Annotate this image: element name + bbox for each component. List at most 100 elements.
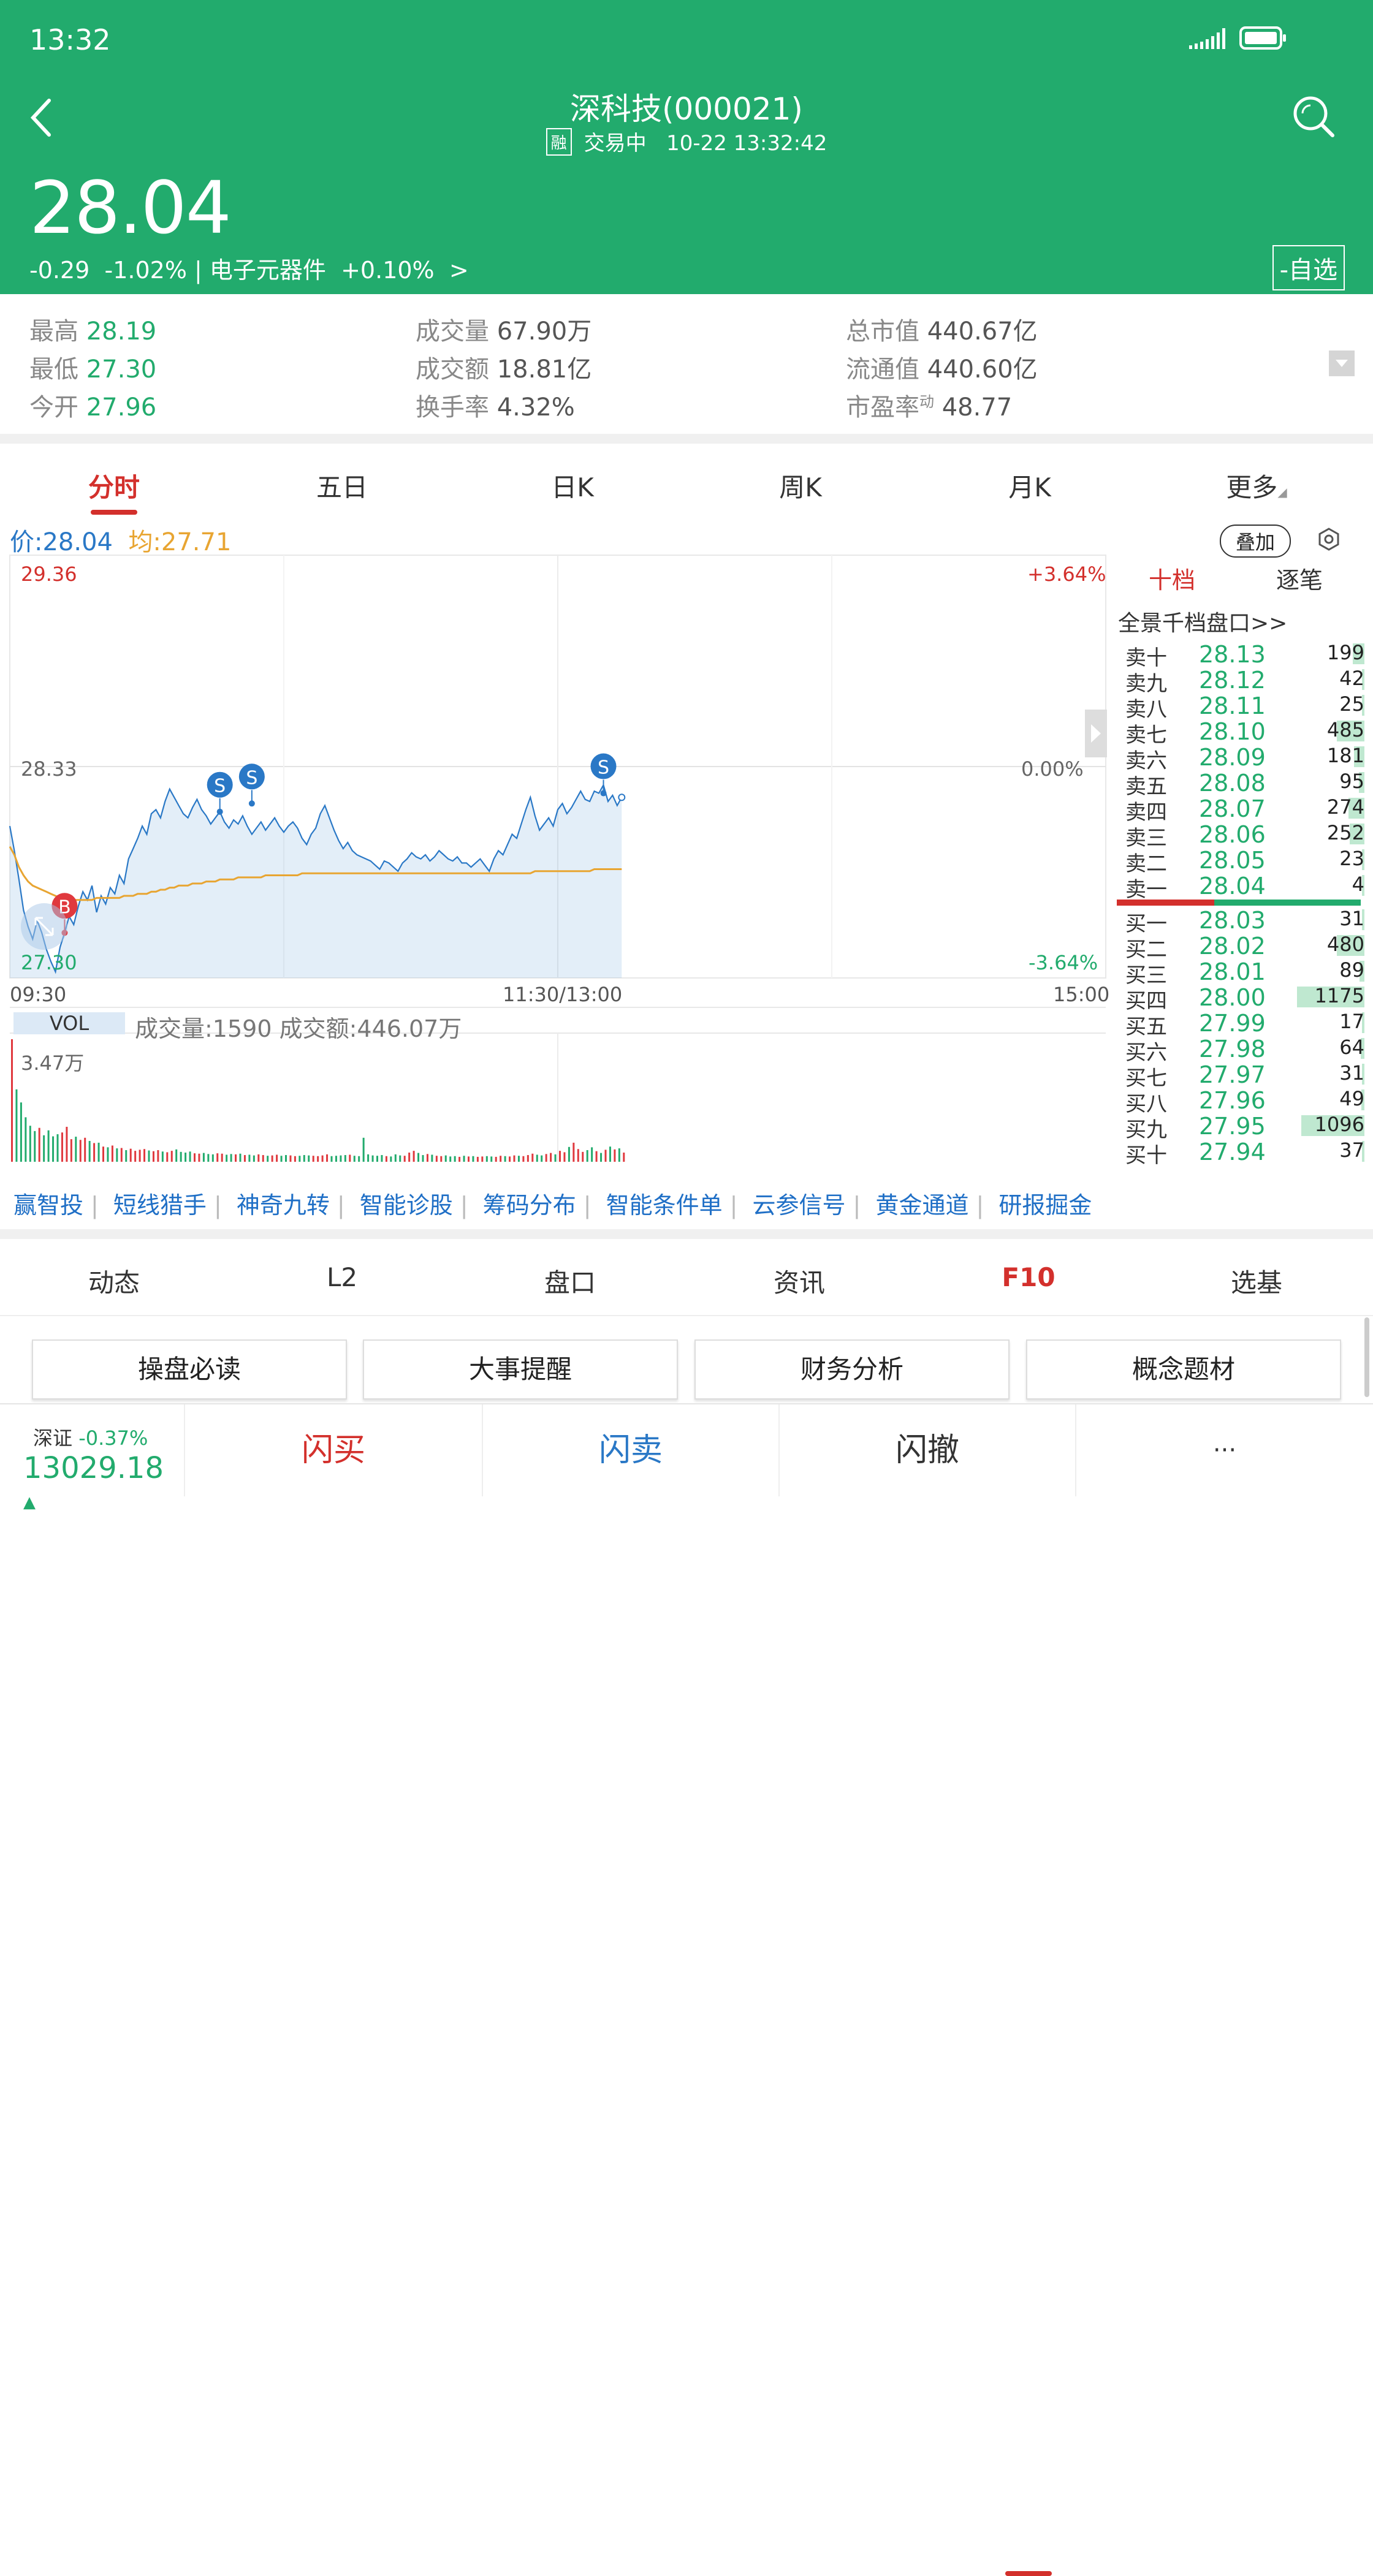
tab-ten-levels[interactable]: 十档 (1149, 561, 1195, 595)
tab-daily-k[interactable]: 日K (511, 467, 634, 504)
volume-bar (25, 1117, 27, 1162)
ask-row[interactable]: 卖六 28.09 181 (1122, 744, 1364, 773)
tab-funds[interactable]: 选基 (1195, 1262, 1318, 1300)
bid-row[interactable]: 买五 27.99 17 (1122, 1010, 1364, 1039)
sector-change: +0.10% (341, 257, 435, 284)
tool-choumafenbu[interactable]: 筹码分布 (483, 1192, 576, 1219)
volume-bar (618, 1148, 620, 1162)
volume-bar (267, 1156, 269, 1162)
marker-label: S (214, 776, 226, 797)
tab-monthly-k[interactable]: 月K (968, 467, 1091, 504)
volume-bar (330, 1156, 333, 1162)
volume-bar (376, 1156, 378, 1162)
volume-bar (111, 1145, 113, 1162)
bid-row[interactable]: 买十 27.94 37 (1122, 1138, 1364, 1168)
volume-bar (349, 1154, 351, 1162)
tab-pankou[interactable]: 盘口 (509, 1262, 631, 1300)
more-button[interactable]: ··· (1075, 1404, 1373, 1496)
price-change-row[interactable]: -0.29 -1.02% | 电子元器件 +0.10% > (29, 251, 469, 285)
flash-buy-button[interactable]: 闪买 (184, 1404, 482, 1496)
tab-f10[interactable]: F10 (967, 1262, 1090, 1292)
volume-bar (490, 1156, 493, 1162)
level-volume: 480 (1326, 933, 1364, 956)
tab-five-day[interactable]: 五日 (281, 467, 403, 504)
tab-dynamics[interactable]: 动态 (53, 1262, 175, 1300)
volume-bar (97, 1142, 100, 1162)
level-price: 28.10 (1199, 718, 1266, 745)
volume-bar (84, 1137, 86, 1162)
ask-row[interactable]: 卖五 28.08 95 (1122, 770, 1364, 799)
volume-bar (289, 1155, 292, 1162)
f10-events-button[interactable]: 大事提醒 (363, 1339, 678, 1400)
y-label-bottom: 27.30 (21, 951, 77, 974)
ask-row[interactable]: 卖三 28.06 252 (1122, 821, 1364, 850)
tool-zhinengzhengu[interactable]: 智能诊股 (360, 1192, 453, 1219)
tool-zhinengtiaojiandan[interactable]: 智能条件单 (606, 1192, 723, 1219)
expand-stats-button[interactable] (1329, 350, 1355, 376)
volume-bar (116, 1148, 118, 1162)
tool-yanbaojuejin[interactable]: 研报掘金 (998, 1192, 1092, 1219)
f10-financials-button[interactable]: 财务分析 (694, 1339, 1010, 1400)
tab-news[interactable]: 资讯 (738, 1262, 861, 1300)
bid-row[interactable]: 买四 28.00 1175 (1122, 984, 1364, 1013)
bid-row[interactable]: 买七 27.97 31 (1122, 1061, 1364, 1091)
volume-bar (230, 1154, 232, 1162)
ask-row[interactable]: 卖一 28.04 4 (1122, 873, 1364, 902)
vol-indicator-button[interactable]: VOL (13, 1012, 125, 1034)
bid-row[interactable]: 买八 27.96 49 (1122, 1087, 1364, 1116)
volume-bar (235, 1154, 237, 1162)
tab-weekly-k[interactable]: 周K (739, 467, 862, 504)
ask-row[interactable]: 卖九 28.12 42 (1122, 667, 1364, 696)
index-name: 深证 (33, 1426, 73, 1450)
volume-bar (550, 1153, 552, 1162)
level-price: 27.98 (1199, 1036, 1266, 1063)
full-depth-link[interactable]: 全景千档盘口>> (1118, 605, 1287, 637)
stat-float-cap: 流通值 440.60亿 (846, 355, 1038, 384)
volume-bar (257, 1154, 260, 1162)
ask-row[interactable]: 卖四 28.07 274 (1122, 795, 1364, 825)
scrollbar[interactable] (1364, 1317, 1369, 1397)
volume-bar (175, 1149, 178, 1162)
volume-bar (294, 1156, 296, 1162)
flash-cancel-button[interactable]: 闪撤 (778, 1404, 1075, 1496)
buy-sell-ratio-bar (1117, 900, 1361, 906)
volume-bar (481, 1156, 484, 1162)
volume-bar (435, 1156, 438, 1162)
bid-row[interactable]: 买六 27.98 64 (1122, 1036, 1364, 1065)
level-volume: 252 (1326, 821, 1364, 844)
flash-sell-button[interactable]: 闪卖 (482, 1404, 778, 1496)
remove-watchlist-button[interactable]: -自选 (1272, 245, 1345, 290)
tool-yingzhitou[interactable]: 赢智投 (13, 1192, 83, 1219)
tab-intraday[interactable]: 分时 (53, 467, 175, 504)
volume-bar (426, 1154, 428, 1162)
tool-shenqijiuzhuan[interactable]: 神奇九转 (237, 1192, 330, 1219)
ask-row[interactable]: 卖七 28.10 485 (1122, 718, 1364, 748)
level-volume: 17 (1339, 1010, 1364, 1033)
f10-trading-guide-button[interactable]: 操盘必读 (32, 1339, 347, 1400)
tool-duanxianlieshou[interactable]: 短线猎手 (113, 1192, 207, 1219)
f10-concepts-button[interactable]: 概念题材 (1026, 1339, 1341, 1400)
ask-row[interactable]: 卖八 28.11 25 (1122, 692, 1364, 722)
tab-more[interactable]: 更多◢ (1195, 467, 1318, 504)
volume-bar (344, 1155, 346, 1162)
marker-label: S (598, 757, 609, 779)
trade-footer: 深证 -0.37% 13029.18 ▲ 闪买 闪卖 闪撤 ··· (0, 1403, 1373, 1512)
bid-row[interactable]: 买二 28.02 480 (1122, 933, 1364, 962)
tool-huangjintongdao[interactable]: 黄金通道 (875, 1192, 968, 1219)
tool-yuncanxinhao[interactable]: 云参信号 (753, 1192, 846, 1219)
active-tab-underline (91, 510, 137, 515)
index-widget[interactable]: 深证 -0.37% 13029.18 ▲ (0, 1404, 184, 1512)
tab-l2[interactable]: L2 (281, 1262, 403, 1292)
ask-row[interactable]: 卖十 28.13 199 (1122, 641, 1364, 670)
volume-bar (189, 1151, 191, 1162)
stat-volume: 成交量 67.90万 (416, 317, 592, 346)
ask-row[interactable]: 卖二 28.05 23 (1122, 847, 1364, 876)
bid-row[interactable]: 买九 27.95 1096 (1122, 1113, 1364, 1142)
tab-tick-by-tick[interactable]: 逐笔 (1276, 561, 1323, 595)
bid-row[interactable]: 买一 28.03 31 (1122, 907, 1364, 936)
vol-info: 成交量:1590 成交额:446.07万 (135, 1015, 462, 1042)
volume-bar (75, 1137, 77, 1162)
search-button[interactable] (1292, 95, 1336, 142)
bid-row[interactable]: 买三 28.01 89 (1122, 958, 1364, 988)
volume-bar (308, 1155, 310, 1162)
